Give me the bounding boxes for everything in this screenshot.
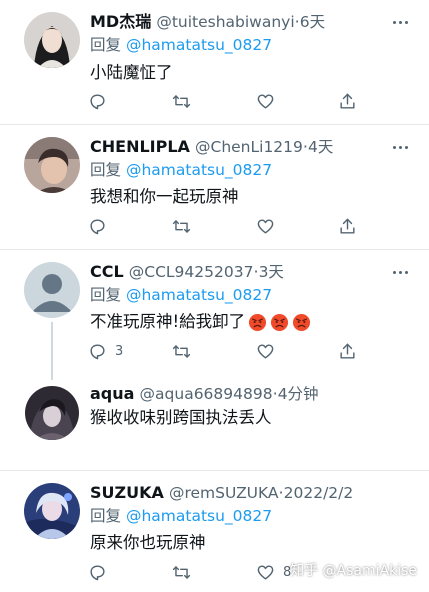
tweet-header: CHENLIPLA @ChenLi1219·4天 (90, 136, 395, 158)
replying-to: 回复 @hamatatsu_0827 (90, 285, 272, 305)
timestamp[interactable]: 6天 (300, 13, 325, 31)
share-icon (340, 93, 355, 109)
more-dots-icon[interactable] (391, 136, 409, 158)
action-bar (88, 215, 363, 237)
share-icon (340, 343, 355, 359)
tweet-2[interactable]: CHENLIPLA @ChenLi1219·4天 回复 @hamatatsu_0… (0, 125, 429, 249)
retweet-button[interactable] (172, 215, 191, 237)
mention-link[interactable]: @hamatatsu_0827 (126, 286, 272, 304)
tweet-text: 猴收收味别跨国执法丢人 (90, 408, 272, 427)
tweet-header: SUZUKA @remSUZUKA·2022/2/2 (90, 482, 395, 504)
share-button[interactable] (338, 215, 357, 237)
retweet-icon (172, 565, 191, 579)
share-icon (340, 218, 355, 234)
tweet-header: MD杰瑞 @tuiteshabiwanyi·6天 (90, 11, 395, 33)
tweet-text: 不准玩原神!給我卸了 (90, 312, 246, 331)
retweet-icon (172, 344, 191, 358)
user-handle[interactable]: @aqua66894898 (140, 385, 273, 403)
comment-bubble-icon (90, 564, 105, 580)
angry-face-emoji (271, 313, 289, 331)
tweet-text: 原来你也玩原神 (90, 533, 206, 552)
action-bar: 3 (88, 340, 363, 362)
share-button[interactable] (338, 340, 357, 362)
heart-icon (257, 93, 274, 109)
replying-to: 回复 @hamatatsu_0827 (90, 506, 272, 526)
reply-count: 3 (115, 343, 124, 359)
user-handle[interactable]: @CCL94252037 (129, 263, 254, 281)
tweet-1[interactable]: MD杰瑞 @tuiteshabiwanyi·6天 回复 @hamatatsu_0… (0, 0, 429, 124)
user-handle[interactable]: @ChenLi1219 (195, 138, 303, 156)
retweet-button[interactable] (172, 340, 191, 362)
thread-connector (51, 322, 53, 380)
retweet-button[interactable] (172, 90, 191, 112)
tweet-4[interactable]: aqua @aqua66894898·4分钟 猴收收味别跨国执法丢人 (0, 374, 429, 470)
mention-link[interactable]: @hamatatsu_0827 (126, 161, 272, 179)
heart-icon (257, 343, 274, 359)
heart-icon (257, 564, 274, 580)
timestamp[interactable]: 3天 (259, 263, 284, 281)
tweet-header: aqua @aqua66894898·4分钟 (90, 383, 395, 405)
timestamp[interactable]: 2022/2/2 (284, 484, 354, 502)
user-handle[interactable]: @tuiteshabiwanyi (156, 13, 294, 31)
reply-prefix: 回复 (90, 507, 122, 525)
reply-button[interactable] (88, 561, 107, 583)
heart-icon (257, 218, 274, 234)
mention-link[interactable]: @hamatatsu_0827 (126, 507, 272, 525)
default-avatar[interactable] (24, 262, 80, 318)
like-button[interactable]: 8 (256, 561, 291, 583)
reply-prefix: 回复 (90, 286, 122, 304)
tweet-text: 我想和你一起玩原神 (90, 187, 239, 206)
retweet-button[interactable] (172, 561, 191, 583)
action-bar (88, 90, 363, 112)
reply-button[interactable] (88, 90, 107, 112)
like-button[interactable] (256, 90, 275, 112)
avatar[interactable] (24, 12, 80, 68)
user-handle[interactable]: @remSUZUKA (169, 484, 279, 502)
reply-button[interactable] (88, 215, 107, 237)
retweet-icon (172, 219, 191, 233)
replying-to: 回复 @hamatatsu_0827 (90, 35, 272, 55)
display-name[interactable]: CHENLIPLA (90, 137, 190, 156)
more-dots-icon[interactable] (391, 11, 409, 33)
tweet-text: 小陆魔怔了 (90, 63, 173, 82)
more-dots-icon[interactable] (391, 261, 409, 283)
tweet-header: CCL @CCL94252037·3天 (90, 261, 395, 283)
display-name[interactable]: aqua (90, 384, 134, 403)
like-button[interactable] (256, 340, 275, 362)
reply-prefix: 回复 (90, 161, 122, 179)
avatar[interactable] (24, 137, 80, 193)
comment-bubble-icon (90, 343, 105, 359)
display-name[interactable]: MD杰瑞 (90, 12, 151, 31)
like-button[interactable] (256, 215, 275, 237)
reply-button[interactable]: 3 (88, 340, 123, 362)
display-name[interactable]: CCL (90, 262, 124, 281)
display-name[interactable]: SUZUKA (90, 483, 164, 502)
avatar[interactable] (24, 483, 80, 539)
watermark: 知乎 @AsamiAkise (290, 563, 417, 579)
avatar[interactable] (25, 386, 79, 440)
comment-bubble-icon (90, 218, 105, 234)
share-button[interactable] (338, 90, 357, 112)
mention-link[interactable]: @hamatatsu_0827 (126, 36, 272, 54)
comment-bubble-icon (90, 93, 105, 109)
tweet-text-row: 不准玩原神!給我卸了 (90, 311, 311, 333)
retweet-icon (172, 94, 191, 108)
timestamp[interactable]: 4天 (308, 138, 333, 156)
reply-prefix: 回复 (90, 36, 122, 54)
angry-face-emoji (249, 313, 267, 331)
tweet-3[interactable]: CCL @CCL94252037·3天 回复 @hamatatsu_0827 不… (0, 250, 429, 374)
replying-to: 回复 @hamatatsu_0827 (90, 160, 272, 180)
timestamp[interactable]: 4分钟 (278, 385, 319, 403)
angry-face-emoji (293, 313, 311, 331)
